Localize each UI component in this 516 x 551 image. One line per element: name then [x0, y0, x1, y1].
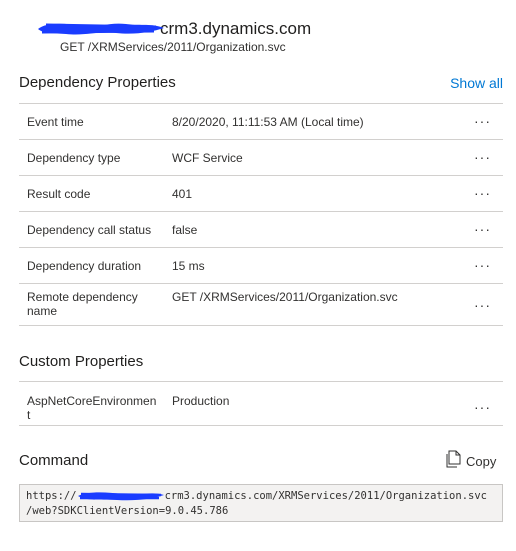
- copy-label: Copy: [466, 454, 497, 469]
- table-row: Event time 8/20/2020, 11:11:53 AM (Local…: [19, 104, 503, 140]
- command-suffix: crm3.dynamics.com/XRMServices/2011/Organ…: [164, 490, 487, 502]
- more-icon[interactable]: ···: [474, 186, 491, 200]
- dependency-properties-title: Dependency Properties: [19, 74, 176, 91]
- show-all-link[interactable]: Show all: [450, 75, 503, 91]
- command-title: Command: [19, 452, 89, 469]
- property-key: Dependency type: [27, 151, 121, 165]
- property-key: Event time: [27, 115, 84, 129]
- more-icon[interactable]: ···: [474, 400, 491, 414]
- property-value: 15 ms: [172, 259, 205, 273]
- property-key: Dependency call status: [27, 223, 152, 237]
- property-value: 401: [172, 187, 193, 201]
- command-text-box[interactable]: https:// crm3.dynamics.com/XRMServices/20…: [19, 484, 503, 522]
- copy-icon: [446, 450, 462, 473]
- property-key: Remote dependency name: [27, 290, 138, 318]
- redaction-mark: [36, 20, 166, 38]
- more-icon[interactable]: ···: [474, 114, 491, 128]
- command-line-1: https:// crm3.dynamics.com/XRMServices/20…: [26, 489, 496, 504]
- property-value: GET /XRMServices/2011/Organization.svc: [172, 290, 398, 304]
- custom-properties-table: AspNetCoreEnvironment Production ···: [19, 381, 503, 426]
- more-icon[interactable]: ···: [474, 298, 491, 312]
- table-row: Dependency type WCF Service ···: [19, 140, 503, 176]
- request-line: GET /XRMServices/2011/Organization.svc: [60, 40, 286, 54]
- table-row: Dependency call status false ···: [19, 212, 503, 248]
- command-line-2: /web?SDKClientVersion=9.0.45.786: [26, 505, 229, 517]
- table-row: Result code 401 ···: [19, 176, 503, 212]
- more-icon[interactable]: ···: [474, 150, 491, 164]
- more-icon[interactable]: ···: [474, 258, 491, 272]
- property-key: Dependency duration: [27, 259, 142, 273]
- property-value: Production: [172, 394, 230, 408]
- table-row: AspNetCoreEnvironment Production ···: [19, 382, 503, 426]
- host-line: crm3.dynamics.com: [36, 18, 311, 40]
- property-key: AspNetCoreEnvironment: [27, 394, 157, 422]
- command-prefix: https://: [26, 490, 77, 502]
- table-row: Remote dependency name GET /XRMServices/…: [19, 284, 503, 326]
- property-value: false: [172, 223, 198, 237]
- property-key: Result code: [27, 187, 91, 201]
- dependency-properties-table: Event time 8/20/2020, 11:11:53 AM (Local…: [19, 103, 503, 326]
- property-value: WCF Service: [172, 151, 243, 165]
- table-row: Dependency duration 15 ms ···: [19, 248, 503, 284]
- property-value: 8/20/2020, 11:11:53 AM (Local time): [172, 115, 364, 129]
- copy-button[interactable]: Copy: [446, 450, 496, 473]
- custom-properties-title: Custom Properties: [19, 353, 144, 370]
- header: crm3.dynamics.com GET /XRMServices/2011/…: [20, 18, 500, 58]
- more-icon[interactable]: ···: [474, 222, 491, 236]
- redaction-mark: [77, 490, 165, 502]
- host-name: crm3.dynamics.com: [160, 19, 312, 38]
